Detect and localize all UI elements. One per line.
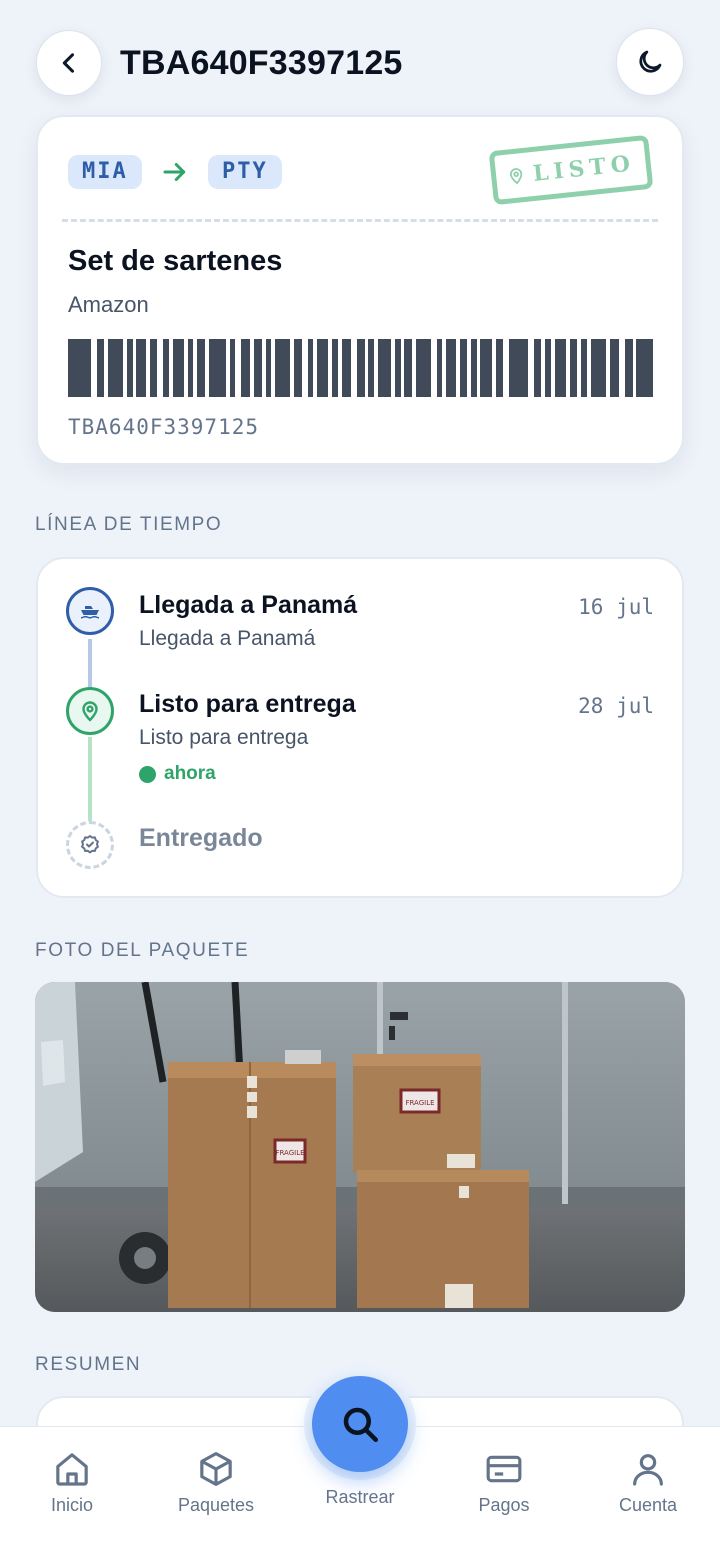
barcode-bar	[149, 339, 158, 397]
barcode-bar	[294, 339, 302, 397]
origin-badge: MIA	[68, 155, 142, 189]
barcode-bar	[459, 339, 468, 397]
barcode-bar	[254, 339, 262, 397]
badge-check-icon	[81, 835, 99, 854]
barcode	[68, 339, 654, 397]
barcode-bar	[590, 339, 606, 397]
stamp-label: LISTO	[531, 150, 637, 187]
destination-badge: PTY	[208, 155, 282, 189]
map-pin-icon	[82, 701, 98, 722]
item-name: Set de sartenes	[68, 245, 283, 277]
barcode-bar	[609, 339, 620, 397]
barcode-bar	[68, 339, 91, 397]
current-status-label: ahora	[164, 763, 216, 784]
credit-card-icon	[486, 1455, 522, 1483]
summary-section-label: RESUMEN	[35, 1354, 142, 1375]
timeline-node-delivered	[66, 821, 114, 869]
theme-toggle-button[interactable]	[616, 28, 684, 96]
barcode-bar	[404, 339, 413, 397]
page-title: TBA640F3397125	[120, 44, 403, 82]
barcode-bar	[495, 339, 504, 397]
package-icon	[200, 1452, 232, 1486]
chevron-left-icon	[62, 53, 75, 73]
track-fab-ring	[304, 1368, 416, 1480]
fragile-label: FRAGILE	[275, 1149, 304, 1157]
package-photo-illustration: FRAGILE FRAGILE	[35, 982, 685, 1312]
barcode-bar	[356, 339, 365, 397]
barcode-bar	[275, 339, 291, 397]
nav-label: Cuenta	[618, 1495, 678, 1515]
barcode-bar	[197, 339, 205, 397]
nav-item-inicio[interactable]: Inicio	[12, 1449, 132, 1516]
nav-item-pagos[interactable]: Pagos	[444, 1449, 564, 1516]
store-name: Amazon	[68, 292, 149, 317]
nav-label: Paquetes	[177, 1495, 255, 1515]
fragile-label: FRAGILE	[405, 1099, 434, 1107]
barcode-bar	[415, 339, 432, 397]
package-photo[interactable]: FRAGILE FRAGILE	[35, 982, 685, 1312]
event-date: 16 jul	[578, 595, 654, 619]
barcode-bar	[240, 339, 251, 397]
barcode-bar	[107, 339, 124, 397]
event-subtitle: Llegada a Panamá	[139, 627, 316, 650]
barcode-bar	[533, 339, 542, 397]
barcode-bar	[624, 339, 633, 397]
package-ticket-card: MIA PTY LISTO Set de sartenes Amazon TBA…	[36, 115, 684, 465]
barcode-bar	[208, 339, 226, 397]
nav-item-cuenta[interactable]: Cuenta	[588, 1449, 708, 1516]
back-button[interactable]	[36, 30, 102, 96]
timeline-section-label: LÍNEA DE TIEMPO	[35, 514, 223, 535]
top-bar: TBA640F3397125	[36, 28, 684, 96]
arrow-right-icon	[163, 163, 186, 181]
event-title: Llegada a Panamá	[139, 591, 358, 619]
event-date: 28 jul	[578, 694, 654, 718]
event-title-pending: Entregado	[139, 824, 263, 852]
track-label: Rastrear	[325, 1487, 395, 1507]
barcode-bar	[569, 339, 578, 397]
timeline-node-ready	[66, 687, 114, 735]
barcode-bar	[554, 339, 567, 397]
nav-item-paquetes[interactable]: Paquetes	[156, 1449, 276, 1516]
barcode-bar	[341, 339, 352, 397]
timeline-card: Llegada a Panamá Llegada a Panamá 16 jul…	[36, 557, 684, 898]
timeline-connector	[88, 639, 92, 687]
barcode-bar	[136, 339, 146, 397]
search-icon	[343, 1407, 379, 1443]
timeline-node-arrival	[66, 587, 114, 635]
event-title: Listo para entrega	[139, 690, 356, 718]
barcode-bar	[480, 339, 492, 397]
home-icon	[56, 1453, 88, 1486]
barcode-bar	[96, 339, 105, 397]
status-dot	[139, 765, 156, 783]
tracking-code: TBA640F3397125	[68, 415, 260, 439]
barcode-bar	[508, 339, 528, 397]
event-subtitle: Listo para entrega	[139, 726, 309, 749]
barcode-bar	[636, 339, 654, 397]
track-button[interactable]	[312, 1376, 408, 1472]
current-status-badge: ahora	[139, 763, 216, 785]
barcode-bar	[317, 339, 329, 397]
status-stamp: LISTO	[488, 134, 654, 206]
moon-icon	[639, 50, 662, 73]
photo-section-label: FOTO DEL PAQUETE	[35, 940, 250, 961]
nav-label: Pagos	[478, 1495, 530, 1515]
nav-label: Inicio	[50, 1495, 94, 1515]
user-icon	[633, 1454, 663, 1486]
ticket-divider	[62, 219, 658, 222]
barcode-bar	[172, 339, 184, 397]
barcode-bar	[377, 339, 392, 397]
map-pin-icon	[509, 168, 523, 185]
timeline-connector	[88, 737, 92, 821]
barcode-bar	[446, 339, 456, 397]
ship-icon	[81, 606, 99, 619]
